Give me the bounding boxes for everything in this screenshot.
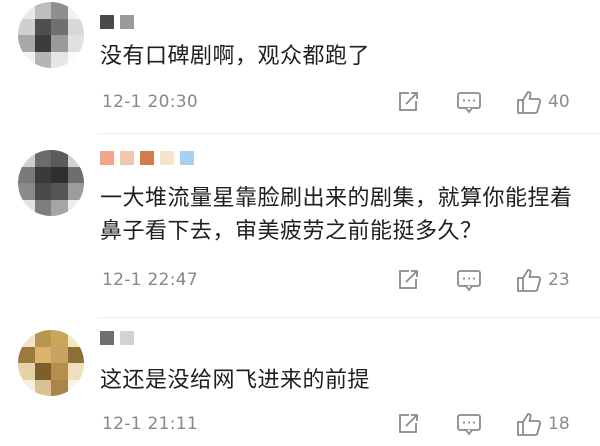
like-count: 23 (548, 270, 570, 290)
username-mosaic-block (120, 15, 134, 29)
avatar-mosaic-cell (67, 18, 84, 35)
avatar-mosaic-cell (51, 346, 68, 363)
avatar-mosaic-cell (34, 363, 51, 380)
avatar-mosaic-cell (18, 2, 35, 19)
username-mosaic-block (160, 151, 174, 165)
avatar-mosaic-cell (18, 346, 35, 363)
avatar-mosaic-cell (34, 2, 51, 19)
comment-text: 这还是没给网飞进来的前提 (100, 368, 371, 393)
avatar-mosaic-cell (34, 330, 51, 347)
share-icon (399, 414, 418, 433)
like-button[interactable]: 23 (516, 267, 598, 293)
avatar-mosaic-cell (67, 379, 84, 396)
username[interactable] (100, 14, 134, 30)
username-mosaic-block (120, 151, 134, 165)
comment-icon (457, 414, 481, 436)
avatar-mosaic-cell (34, 51, 51, 68)
avatar[interactable] (18, 2, 84, 68)
comment-icon (457, 92, 481, 114)
avatar-mosaic-cell (18, 35, 35, 52)
username[interactable] (100, 150, 194, 166)
avatar-mosaic-cell (67, 2, 84, 19)
avatar-mosaic-cell (67, 199, 84, 216)
avatar-mosaic-cell (51, 363, 68, 380)
avatar-mosaic-cell (34, 166, 51, 183)
avatar-mosaic-cell (34, 35, 51, 52)
share-icon (399, 270, 418, 289)
avatar-mosaic-cell (51, 199, 68, 216)
share-icon (399, 92, 418, 111)
avatar-mosaic-cell (51, 51, 68, 68)
avatar-mosaic-cell (67, 51, 84, 68)
avatar-mosaic-cell (51, 35, 68, 52)
avatar-mosaic-cell (51, 166, 68, 183)
like-count: 40 (548, 92, 570, 112)
comment-text: 一大堆流量星靠脸刷出来的剧集，就算你能捏着鼻子看下去，审美疲劳之前能挺多久？ (100, 186, 573, 244)
comment-item: 这还是没给网飞进来的前提 12-1 21:11 18 (0, 318, 600, 446)
avatar-mosaic-cell (18, 150, 35, 167)
username-mosaic-block (120, 331, 134, 345)
avatar-mosaic-cell (51, 2, 68, 19)
avatar-mosaic-cell (18, 18, 35, 35)
like-button[interactable]: 40 (516, 89, 598, 115)
like-count: 18 (548, 414, 570, 434)
share-button[interactable] (396, 412, 420, 436)
avatar-mosaic-cell (51, 379, 68, 396)
thumbs-up-icon (517, 91, 542, 114)
avatar-mosaic-cell (51, 150, 68, 167)
username-mosaic-block (100, 151, 114, 165)
avatar-mosaic-cell (34, 346, 51, 363)
avatar-mosaic-cell (67, 166, 84, 183)
avatar-mosaic-cell (67, 35, 84, 52)
avatar[interactable] (18, 150, 84, 216)
avatar-mosaic-cell (18, 330, 35, 347)
username-mosaic-block (100, 331, 114, 345)
avatar-mosaic-cell (18, 51, 35, 68)
username-mosaic-block (140, 151, 154, 165)
avatar-mosaic-cell (67, 363, 84, 380)
comment-button[interactable] (456, 90, 482, 114)
avatar-mosaic-cell (34, 150, 51, 167)
avatar[interactable] (18, 330, 84, 396)
avatar-mosaic-cell (67, 330, 84, 347)
share-button[interactable] (396, 90, 420, 114)
username-mosaic-block (180, 151, 194, 165)
avatar-mosaic-cell (34, 183, 51, 200)
like-button[interactable]: 18 (516, 411, 598, 437)
avatar-mosaic-cell (18, 199, 35, 216)
avatar-mosaic-cell (34, 18, 51, 35)
comment-button[interactable] (456, 268, 482, 292)
avatar-mosaic-cell (67, 183, 84, 200)
thumbs-up-icon (517, 413, 542, 436)
comment-text: 没有口碑剧啊，观众都跑了 (100, 44, 371, 69)
avatar-mosaic-cell (18, 379, 35, 396)
avatar-mosaic-cell (34, 199, 51, 216)
comment-button[interactable] (456, 412, 482, 436)
avatar-mosaic-cell (18, 183, 35, 200)
username-mosaic-block (100, 15, 114, 29)
comment-item: 没有口碑剧啊，观众都跑了 12-1 20:30 40 (0, 0, 600, 134)
username[interactable] (100, 330, 134, 346)
avatar-mosaic-cell (34, 379, 51, 396)
avatar-mosaic-cell (67, 150, 84, 167)
comment-icon (457, 270, 481, 292)
avatar-mosaic-cell (51, 18, 68, 35)
avatar-mosaic-cell (67, 346, 84, 363)
thumbs-up-icon (517, 269, 542, 292)
comment-item: 一大堆流量星靠脸刷出来的剧集，就算你能捏着鼻子看下去，审美疲劳之前能挺多久？ 1… (0, 134, 600, 318)
avatar-mosaic-cell (51, 330, 68, 347)
avatar-mosaic-cell (51, 183, 68, 200)
avatar-mosaic-cell (18, 166, 35, 183)
share-button[interactable] (396, 268, 420, 292)
avatar-mosaic-cell (18, 363, 35, 380)
